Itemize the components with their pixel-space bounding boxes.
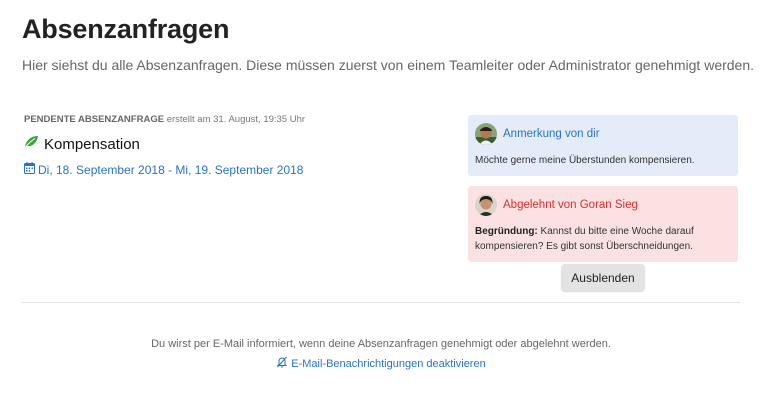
note-title: Anmerkung von dir [503,128,600,140]
note-text: Möchte gerne meine Überstunden kompensie… [475,155,695,166]
divider [22,302,740,303]
calendar-icon [24,161,35,179]
request-type-label: Kompensation [44,135,140,153]
request-comments: Anmerkung von dir Möchte gerne meine Übe… [468,115,738,262]
request-meta: PENDENTE ABSENZANFRAGE erstellt am 31. A… [24,114,444,125]
footer: Du wirst per E-Mail informiert, wenn dei… [0,338,762,373]
disable-notifications-label: E-Mail-Benachrichtigungen deaktivieren [291,357,486,370]
rejection-box: Abgelehnt von Goran Sieg Begründung: Kan… [468,186,738,262]
rejection-text: Begründung: Kannst du bitte eine Woche d… [475,224,731,254]
absence-request: PENDENTE ABSENZANFRAGE erstellt am 31. A… [24,114,444,179]
request-dates: Di, 18. September 2018 - Mi, 19. Septemb… [24,161,444,179]
status-label: PENDENTE ABSENZANFRAGE [24,114,165,125]
avatar [475,123,497,145]
rejection-title: Abgelehnt von Goran Sieg [503,199,638,211]
created-date: erstellt am 31. August, 19:35 Uhr [166,114,306,125]
reason-label: Begründung: [475,226,538,237]
leaf-icon [24,135,39,153]
date-range: Di, 18. September 2018 - Mi, 19. Septemb… [38,163,304,177]
disable-notifications-link[interactable]: E-Mail-Benachrichtigungen deaktivieren [276,356,486,371]
bell-slash-icon [276,356,288,371]
hide-button[interactable]: Ausblenden [561,264,645,291]
avatar [475,194,497,216]
footer-text: Du wirst per E-Mail informiert, wenn dei… [151,338,611,350]
page-subtitle: Hier siehst du alle Absenzanfragen. Dies… [22,57,755,73]
page-title: Absenzanfragen [22,14,230,44]
note-box: Anmerkung von dir Möchte gerne meine Übe… [468,115,738,176]
request-type: Kompensation [24,135,444,153]
